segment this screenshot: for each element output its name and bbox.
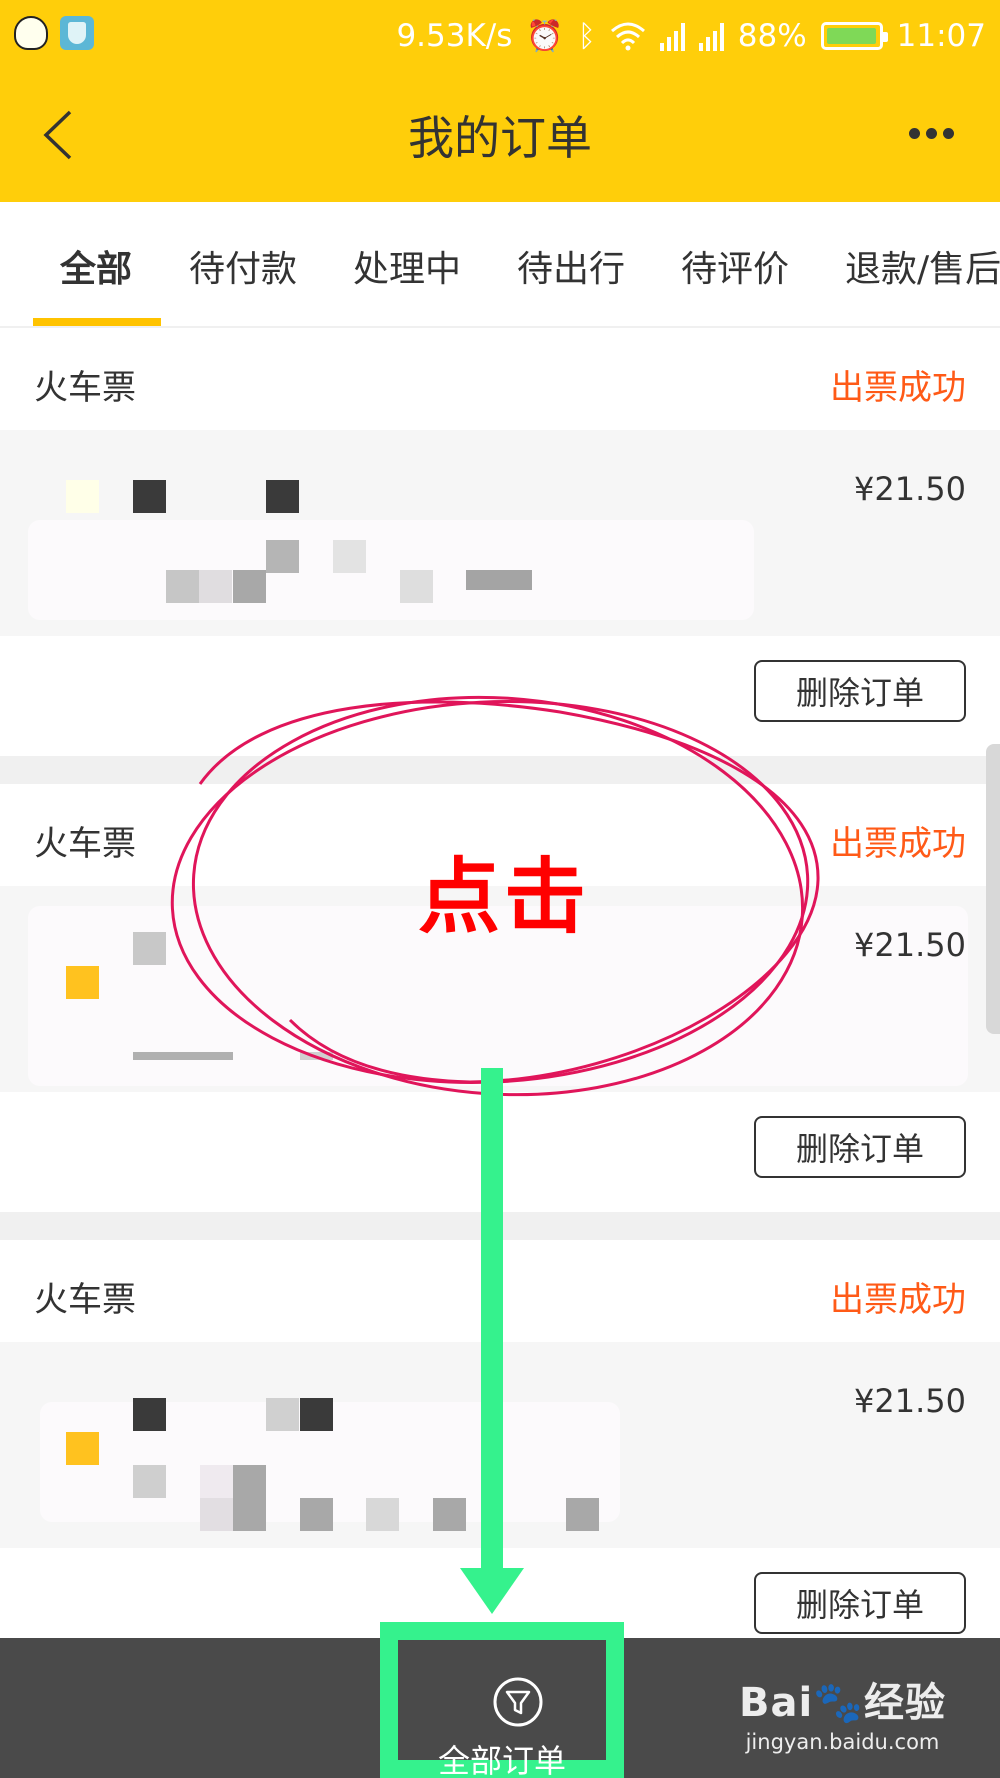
order-status: 出票成功: [830, 824, 966, 864]
order-details-blurred[interactable]: ¥21.50: [0, 430, 1000, 636]
tab-pending-review[interactable]: 待评价: [681, 240, 789, 292]
order-type: 火车票: [34, 368, 136, 408]
status-indicators: 9.53K/s ⏰ ᛒ 88% 11:07: [396, 14, 986, 58]
delete-order-button[interactable]: 删除订单: [754, 1572, 966, 1634]
filter-label: 全部订单: [437, 1742, 566, 1778]
tab-pending-travel[interactable]: 待出行: [517, 240, 625, 292]
watermark-url: jingyan.baidu.com: [745, 1730, 940, 1754]
order-price: ¥21.50: [854, 1382, 966, 1420]
battery-percent: 88%: [737, 18, 807, 54]
network-speed: 9.53K/s: [396, 18, 513, 54]
alarm-icon: ⏰: [526, 18, 564, 54]
tab-refund[interactable]: 退款/售后: [845, 240, 1000, 292]
battery-icon: [820, 22, 888, 50]
wifi-icon: [610, 22, 645, 51]
order-type: 火车票: [34, 1280, 136, 1320]
scrollbar[interactable]: [986, 744, 1000, 1034]
signal-icon: [698, 21, 724, 51]
annotation-label: 点击: [418, 849, 591, 945]
qq-icon: [14, 16, 48, 50]
clock: 11:07: [896, 18, 986, 54]
watermark-logo: Bai🐾经验: [738, 1680, 946, 1726]
order-price: ¥21.50: [854, 926, 966, 964]
filter-icon: [493, 1677, 543, 1727]
watermark: Bai🐾经验 jingyan.baidu.com: [739, 1670, 946, 1754]
app-header: 9.53K/s ⏰ ᛒ 88% 11:07 我的订单: [0, 0, 1000, 202]
order-status: 出票成功: [830, 368, 966, 408]
divider: [0, 1212, 1000, 1240]
order-price: ¥21.50: [854, 470, 966, 508]
bluetooth-icon: ᛒ: [577, 18, 596, 54]
order-card[interactable]: 火车票 出票成功 ¥21.50 删除订单: [0, 1242, 1000, 1668]
shield-icon: [60, 16, 94, 50]
signal-icon: [659, 21, 685, 51]
order-header: 火车票 出票成功: [0, 1242, 1000, 1342]
order-card[interactable]: 火车票 出票成功 ¥21.50 删除订单: [0, 330, 1000, 756]
tab-processing[interactable]: 处理中: [353, 240, 461, 292]
delete-order-button[interactable]: 删除订单: [754, 660, 966, 722]
more-icon[interactable]: [909, 128, 954, 139]
divider: [0, 756, 1000, 784]
order-status: 出票成功: [830, 1280, 966, 1320]
tab-indicator: [33, 318, 161, 326]
order-details-blurred[interactable]: ¥21.50: [0, 1342, 1000, 1548]
order-footer: 删除订单: [0, 1092, 1000, 1192]
delete-order-button[interactable]: 删除订单: [754, 1116, 966, 1178]
tab-all[interactable]: 全部: [60, 240, 132, 292]
tab-pending-payment[interactable]: 待付款: [189, 240, 297, 292]
order-footer: 删除订单: [0, 636, 1000, 736]
status-bar: 9.53K/s ⏰ ᛒ 88% 11:07: [0, 0, 1000, 72]
page-title: 我的订单: [408, 111, 592, 165]
order-type: 火车票: [34, 824, 136, 864]
all-orders-filter-button[interactable]: 全部订单: [380, 1622, 624, 1778]
order-tabs: 全部 待付款 处理中 待出行 待评价 退款/售后: [0, 202, 1000, 328]
order-header: 火车票 出票成功: [0, 330, 1000, 430]
